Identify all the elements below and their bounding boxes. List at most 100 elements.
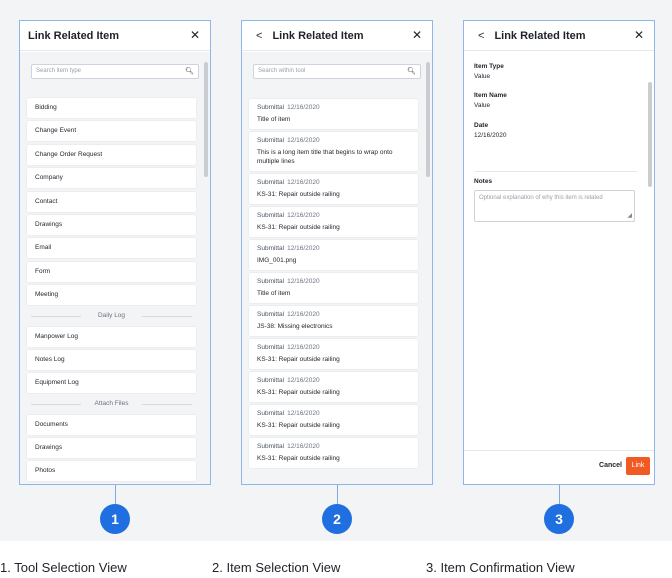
tool-selection-panel: Link Related Item ✕ Search item type 🔍︎ … [19,20,211,485]
item-meta: Submittal 12/16/2020 [257,179,410,186]
tool-item[interactable]: Drawings [27,438,196,459]
item-meta: Submittal 12/16/2020 [257,278,410,285]
item-title: IMG_001.png [257,257,297,264]
scrollbar[interactable] [204,62,208,177]
item-title: This is a long item title that begins to… [257,149,393,165]
search-input[interactable]: Search within tool 🔍︎ [253,64,421,79]
item-confirmation-panel: < Link Related Item ✕ Item Type Value It… [463,20,655,485]
item-type: Submittal [257,104,285,111]
link-button[interactable]: Link [626,457,650,475]
item-type: Submittal [257,137,285,144]
item-card[interactable]: Submittal 12/16/2020 Title of item [249,273,418,303]
item-meta: Submittal 12/16/2020 [257,137,410,144]
panel-title: Link Related Item [494,29,586,42]
tool-item[interactable]: Documents [27,414,196,435]
step-badge: 2 [322,504,352,534]
item-type-label: Item Type [474,63,504,70]
item-meta: Submittal 12/16/2020 [257,410,410,417]
item-type: Submittal [257,443,285,450]
item-card[interactable]: Submittal 12/16/2020 JS-38: Missing electr… [249,306,418,336]
scrollbar[interactable] [648,82,652,187]
notes-label: Notes [474,178,492,185]
notes-placeholder: Optional explanation of why this item is… [479,195,603,201]
item-meta: Submittal 12/16/2020 [257,344,410,351]
item-card[interactable]: Submittal 12/16/2020 KS-31: Repair outside… [249,207,418,237]
tool-item[interactable]: Company [27,168,196,189]
panel-body: Search within tool 🔍︎ Submittal 12/16/202… [242,52,432,484]
item-type: Submittal [257,344,285,351]
close-icon[interactable]: ✕ [634,28,644,42]
tool-item[interactable]: Email [27,238,196,259]
notes-label-text: Notes [474,178,493,185]
tool-item[interactable]: Equipment Log [27,373,196,394]
search-input[interactable]: Search item type 🔍︎ [31,64,199,79]
item-date: 12/16/2020 [287,311,320,318]
tool-item[interactable]: Manpower Log [27,326,196,347]
item-title: JS-38: Missing electronics [257,323,333,330]
item-title: KS-31: Repair outside railing [257,356,340,363]
item-card[interactable]: Submittal 12/16/2020 KS-31: Repair outside… [249,372,418,402]
item-type: Submittal [257,212,285,219]
item-date: 12/16/2020 [287,410,320,417]
item-date: 12/16/2020 [287,278,320,285]
caption-item-confirmation: 3. Item Confirmation View [426,560,575,575]
tool-item[interactable]: Form [27,261,196,282]
panel-body: Search item type 🔍︎ Bidding Change Event… [20,52,210,484]
item-title: KS-31: Repair outside railing [257,191,340,198]
date-value: 12/16/2020 [474,132,507,139]
item-card[interactable]: Submittal 12/16/2020 KS-31: Repair outside… [249,438,418,468]
tool-item[interactable]: Photos [27,461,196,482]
back-icon[interactable]: < [256,30,262,42]
caption-item-selection: 2. Item Selection View [212,560,341,575]
divider [474,171,637,172]
item-card[interactable]: Submittal 12/16/2020 IMG_001.png [249,240,418,270]
search-icon: 🔍︎ [185,68,194,75]
item-date: 12/16/2020 [287,179,320,186]
item-card[interactable]: Submittal 12/16/2020 This is a long item t… [249,132,418,171]
connector-line [559,485,560,505]
panel-header: Link Related Item ✕ [20,21,210,51]
item-meta: Submittal 12/16/2020 [257,212,410,219]
item-type: Submittal [257,410,285,417]
panel-header: < Link Related Item ✕ [242,21,432,51]
item-meta: Submittal 12/16/2020 [257,377,410,384]
tool-list: Bidding Change Event Change Order Reques… [27,98,196,484]
close-icon[interactable]: ✕ [190,28,200,42]
back-icon[interactable]: < [478,30,484,42]
close-icon[interactable]: ✕ [412,28,422,42]
tool-item[interactable]: Bidding [27,98,196,118]
item-list: Submittal 12/16/2020 Title of item Submitta… [249,99,418,471]
item-selection-panel: < Link Related Item ✕ Search within tool… [241,20,433,485]
resize-handle-icon[interactable]: ◢ [627,212,632,220]
cancel-button[interactable]: Cancel [599,462,622,469]
panel-header: < Link Related Item ✕ [464,21,654,51]
step-badge: 1 [100,504,130,534]
panel-title: Link Related Item [272,29,364,42]
item-card[interactable]: Submittal 12/16/2020 KS-31: Repair outside… [249,405,418,435]
tool-item[interactable]: Change Order Request [27,144,196,165]
scrollbar[interactable] [426,62,430,177]
tool-item[interactable]: Change Event [27,121,196,142]
notes-textarea[interactable]: Optional explanation of why this item is… [474,190,635,222]
item-title: KS-31: Repair outside railing [257,422,340,429]
item-date: 12/16/2020 [287,377,320,384]
item-date: 12/16/2020 [287,344,320,351]
connector-line [115,485,116,505]
item-card[interactable]: Submittal 12/16/2020 Title of item [249,99,418,129]
item-type: Submittal [257,311,285,318]
item-type: Submittal [257,278,285,285]
item-type: Submittal [257,377,285,384]
item-title: Title of item [257,290,291,297]
item-type-field: Item Type Value [474,63,504,80]
tool-item[interactable]: Notes Log [27,349,196,370]
tool-item[interactable]: Contact [27,191,196,212]
tool-item[interactable]: Meeting [27,285,196,306]
item-card[interactable]: Submittal 12/16/2020 KS-31: Repair outside… [249,339,418,369]
tool-item[interactable]: Drawings [27,214,196,235]
item-meta: Submittal 12/16/2020 [257,443,410,450]
item-title: KS-31: Repair outside railing [257,455,340,462]
caption-tool-selection: 1. Tool Selection View [0,560,127,575]
item-meta: Submittal 12/16/2020 [257,311,410,318]
item-name-label: Item Name [474,92,507,99]
item-card[interactable]: Submittal 12/16/2020 KS-31: Repair outside… [249,174,418,204]
